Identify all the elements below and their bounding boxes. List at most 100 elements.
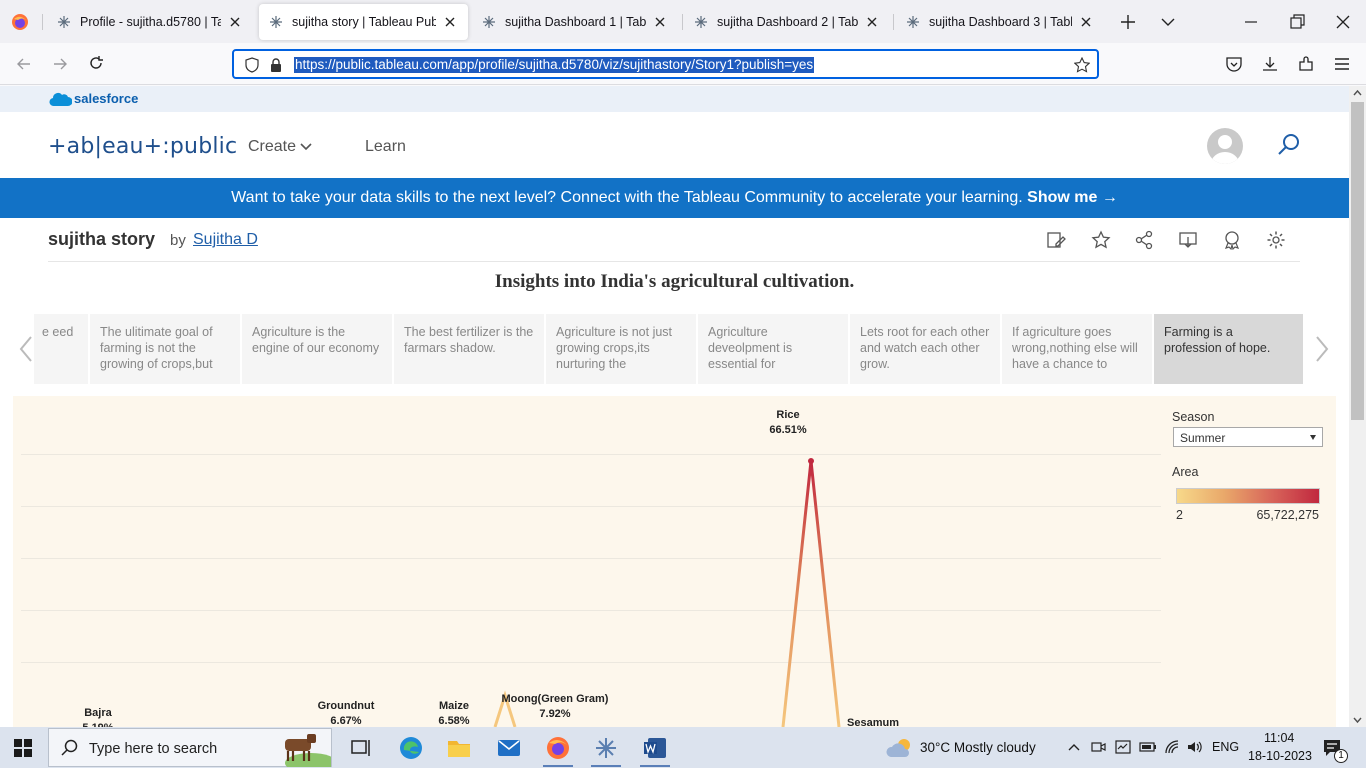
forward-icon[interactable] [50, 54, 70, 74]
nav-create-label: Create [248, 138, 297, 155]
minimize-icon[interactable] [1241, 12, 1261, 32]
file-explorer-icon[interactable] [446, 735, 472, 761]
story-next-arrow-icon[interactable] [1313, 334, 1331, 364]
tableau-app-icon[interactable] [593, 735, 619, 761]
url-text[interactable]: https://public.tableau.com/app/profile/s… [294, 57, 815, 73]
search-highlight-cow-icon [285, 734, 331, 767]
mail-app-icon[interactable] [496, 735, 522, 761]
close-tab-icon[interactable] [652, 14, 668, 30]
tab-dashboard-3[interactable]: sujitha Dashboard 3 | Tableau [896, 4, 1104, 40]
favorite-star-icon[interactable] [1091, 230, 1111, 250]
bookmark-star-icon[interactable] [1074, 57, 1090, 73]
app-menu-icon[interactable] [1332, 54, 1352, 74]
browser-tab-strip: Profile - sujitha.d5780 | Tablea sujitha… [0, 0, 1366, 43]
scroll-down-icon[interactable] [1353, 715, 1362, 724]
tab-profile[interactable]: Profile - sujitha.d5780 | Tablea [47, 4, 253, 40]
nav-learn[interactable]: Learn [365, 138, 406, 156]
reload-icon[interactable] [86, 54, 106, 74]
tab-separator [682, 14, 683, 30]
clock-date[interactable]: 18-10-2023 [1248, 749, 1312, 763]
download-icon[interactable] [1178, 230, 1198, 250]
story-point-9-active[interactable]: Farming is a profession of hope. [1154, 314, 1305, 384]
tab-dashboard-2[interactable]: sujitha Dashboard 2 | Tableau [684, 4, 890, 40]
salesforce-cloud-icon[interactable] [48, 91, 72, 107]
share-icon[interactable] [1134, 230, 1154, 250]
story-point-2[interactable]: The ulitimate goal of farming is not the… [90, 314, 242, 384]
close-tab-icon[interactable] [1078, 14, 1094, 30]
author-link[interactable]: Sujitha D [193, 231, 258, 249]
word-app-icon[interactable] [642, 735, 668, 761]
wifi-icon[interactable] [1164, 739, 1180, 755]
taskbar-search-box[interactable]: Type here to search [48, 728, 332, 767]
battery-icon[interactable] [1139, 739, 1157, 755]
tableau-favicon-icon [58, 16, 70, 28]
story-point-8[interactable]: If agriculture goes wrong,nothing else w… [1002, 314, 1154, 384]
story-prev-arrow-icon[interactable] [17, 334, 35, 364]
avatar[interactable] [1207, 128, 1243, 164]
show-me-link[interactable]: Show me → [1027, 189, 1118, 206]
pocket-icon[interactable] [1224, 54, 1244, 74]
close-window-icon[interactable] [1333, 12, 1353, 32]
windows-start-icon[interactable] [14, 739, 32, 757]
lock-icon[interactable] [268, 57, 284, 73]
task-manager-tray-icon[interactable] [1115, 739, 1131, 755]
season-dropdown-value: Summer [1180, 431, 1226, 445]
new-tab-icon[interactable] [1118, 12, 1138, 32]
downloads-icon[interactable] [1260, 54, 1280, 74]
story-point-6[interactable]: Agriculture deveolpment is essential for [698, 314, 850, 384]
crop-area-line-chart: Bajra5.19%Groundnut6.67%Maize6.58%Moong(… [82, 409, 899, 727]
scroll-thumb[interactable] [1351, 102, 1364, 420]
story-point-7[interactable]: Lets root for each other and watch each … [850, 314, 1002, 384]
series-line[interactable] [781, 460, 841, 727]
scroll-up-icon[interactable] [1353, 89, 1362, 98]
tab-title: Profile - sujitha.d5780 | Tablea [80, 15, 221, 29]
data-label-crop: Maize [439, 700, 469, 712]
story-point-3[interactable]: Agriculture is the engine of our economy [242, 314, 394, 384]
show-hidden-icons-chevron-icon[interactable] [1067, 740, 1081, 754]
volume-icon[interactable] [1186, 739, 1204, 755]
user-silhouette-icon [1211, 135, 1239, 164]
input-language[interactable]: ENG [1212, 740, 1239, 754]
salesforce-label[interactable]: salesforce [74, 91, 138, 106]
area-legend-min: 2 [1176, 508, 1183, 522]
weather-cloudy-icon[interactable] [886, 737, 914, 759]
close-tab-icon[interactable] [227, 14, 243, 30]
tab-sujitha-story[interactable]: sujitha story | Tableau Public [259, 4, 468, 40]
edge-app-icon[interactable] [398, 735, 424, 761]
back-icon[interactable] [14, 54, 34, 74]
page-scrollbar[interactable] [1349, 86, 1366, 727]
tracking-protection-shield-icon[interactable] [244, 57, 260, 73]
viz-of-the-day-badge-icon[interactable] [1222, 230, 1242, 250]
weather-text[interactable]: 30°C Mostly cloudy [920, 740, 1036, 755]
firefox-app-icon[interactable] [545, 735, 571, 761]
meet-now-icon[interactable] [1090, 739, 1106, 755]
restore-icon[interactable] [1287, 12, 1307, 32]
season-dropdown[interactable]: Summer [1173, 427, 1323, 447]
edit-viz-icon[interactable] [1046, 230, 1066, 250]
tab-separator [893, 14, 894, 30]
url-bar[interactable]: https://public.tableau.com/app/profile/s… [232, 49, 1099, 79]
list-all-tabs-icon[interactable] [1158, 12, 1178, 32]
nav-create[interactable]: Create [248, 138, 313, 156]
browser-nav-bar: https://public.tableau.com/app/profile/s… [0, 43, 1366, 85]
data-point[interactable] [808, 457, 814, 464]
task-view-icon[interactable] [348, 735, 374, 761]
story-point-1[interactable]: e eed [34, 314, 90, 384]
tableau-public-logo[interactable]: +ab|eau+:public [48, 134, 237, 159]
story-heading: Insights into India's agricultural culti… [494, 271, 855, 292]
close-tab-icon[interactable] [864, 14, 880, 30]
close-tab-icon[interactable] [442, 14, 458, 30]
tab-title: sujitha story | Tableau Public [292, 15, 436, 29]
season-filter-title: Season [1172, 410, 1215, 424]
search-icon[interactable] [1276, 132, 1302, 158]
settings-gear-icon[interactable] [1266, 230, 1286, 250]
story-point-4[interactable]: The best fertilizer is the farmars shado… [394, 314, 546, 384]
data-label-percent: 7.92% [539, 708, 570, 720]
tab-dashboard-1[interactable]: sujitha Dashboard 1 | Tableau [472, 4, 678, 40]
clock-time[interactable]: 11:04 [1264, 731, 1294, 745]
story-point-5[interactable]: Agriculture is not just growing crops,it… [546, 314, 698, 384]
firefox-menu-icon[interactable] [11, 13, 29, 31]
tableau-favicon-icon [907, 16, 919, 28]
extensions-icon[interactable] [1296, 54, 1316, 74]
data-label-crop: Sesamum [847, 717, 899, 727]
